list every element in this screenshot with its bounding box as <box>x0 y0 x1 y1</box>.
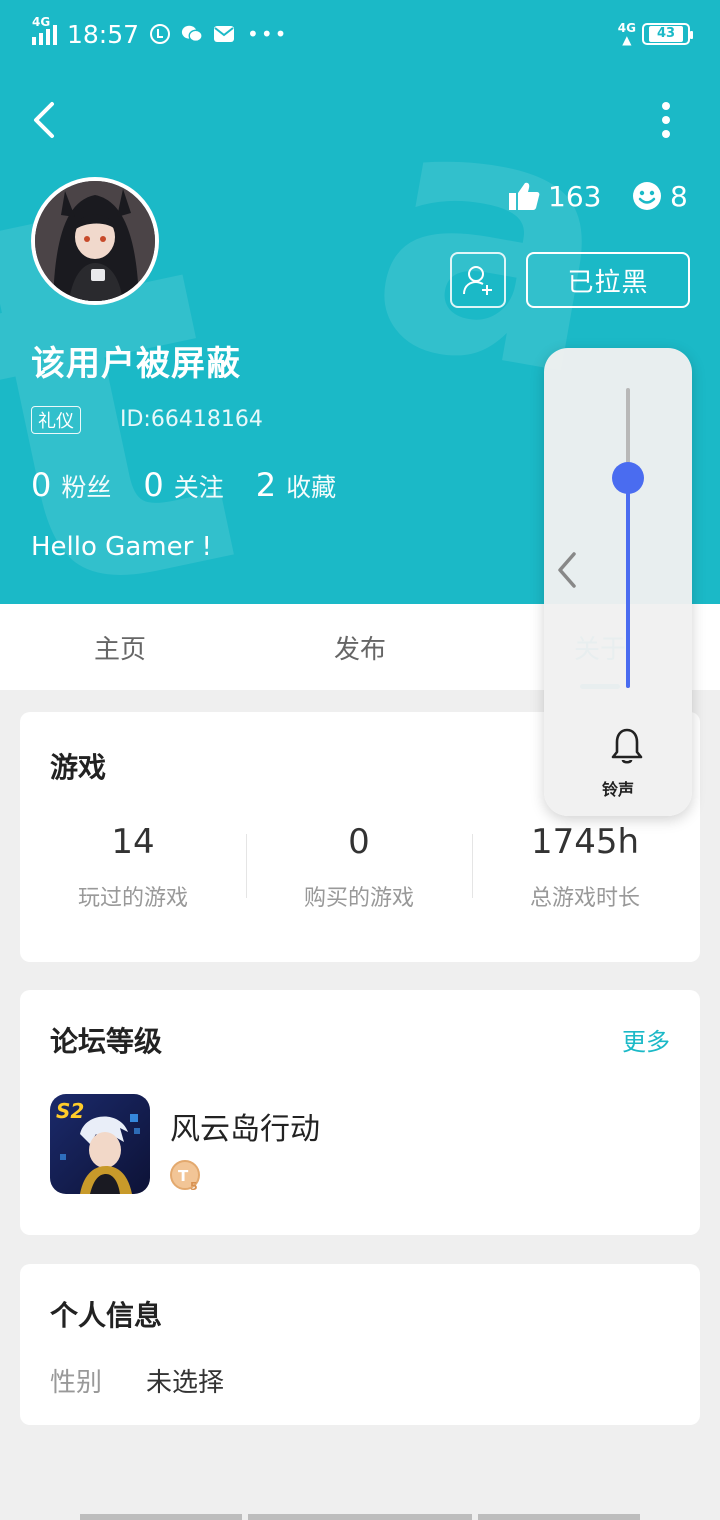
back-icon[interactable] <box>28 100 62 140</box>
user-id: ID:66418164 <box>120 407 263 432</box>
status-bar-left: 4G 18:57 ••• <box>30 14 288 54</box>
playtime-stat[interactable]: 1745h 总游戏时长 <box>472 822 698 912</box>
purchased-games-stat[interactable]: 0 购买的游戏 <box>246 822 472 912</box>
smile-icon <box>633 182 661 210</box>
add-user-icon <box>463 266 492 295</box>
chevron-left-icon[interactable] <box>554 548 580 592</box>
follow-stats: 0 粉丝 0 关注 2 收藏 <box>31 466 368 504</box>
smile-count: 8 <box>632 176 688 216</box>
battery-level: 43 <box>648 26 684 42</box>
more-link[interactable]: 更多 <box>622 1022 670 1057</box>
svg-text:S2: S2 <box>56 1099 84 1123</box>
status-time: 18:57 <box>67 19 140 49</box>
favorites-count[interactable]: 2 <box>256 466 276 504</box>
etiquette-badge[interactable]: 礼仪 <box>31 406 81 434</box>
tab-posts[interactable]: 发布 <box>260 604 460 690</box>
gender-label: 性别 <box>50 1368 103 1398</box>
username: 该用户被屏蔽 <box>31 344 241 384</box>
add-friend-button[interactable] <box>450 252 506 308</box>
battery-icon: 43 <box>642 23 693 45</box>
game-icon[interactable]: S2 <box>50 1094 150 1194</box>
gender-value: 未选择 <box>146 1368 225 1398</box>
game-name[interactable]: 风云岛行动 <box>170 1104 320 1148</box>
thumbs-up-icon <box>509 182 540 210</box>
signal-icon: 4G <box>32 15 57 45</box>
ringtone-label: 铃声 <box>601 780 634 799</box>
volume-slider-handle[interactable] <box>612 462 644 494</box>
forum-level-card: 论坛等级 更多 S2 风云岛行动 T 5 <box>20 990 700 1235</box>
bottom-bar <box>80 1514 242 1520</box>
bell-icon[interactable] <box>610 726 644 766</box>
wechat-icon <box>181 23 203 45</box>
more-menu-icon[interactable] <box>650 98 682 142</box>
personal-info-title: 个人信息 <box>50 1299 163 1332</box>
clock-icon <box>149 23 171 45</box>
svg-text:5: 5 <box>190 1180 198 1192</box>
status-bar-right: 4G ▲ 43 <box>617 14 693 54</box>
following-count[interactable]: 0 <box>143 466 163 504</box>
bio: Hello Gamer ! <box>31 532 212 562</box>
favorites-label[interactable]: 收藏 <box>286 468 336 504</box>
svg-text:T: T <box>178 1167 189 1185</box>
fans-count[interactable]: 0 <box>31 466 51 504</box>
games-title: 游戏 <box>50 751 107 784</box>
mail-icon <box>213 23 235 45</box>
level-badge-icon: T 5 <box>170 1160 202 1193</box>
forum-title: 论坛等级 <box>50 1025 163 1058</box>
personal-info-card: 个人信息 性别 未选择 <box>20 1264 700 1425</box>
bottom-bar <box>248 1514 472 1520</box>
following-label[interactable]: 关注 <box>174 468 224 504</box>
mobile-data-icon: 4G ▲ <box>617 21 636 47</box>
avatar[interactable] <box>31 177 159 305</box>
bottom-bar <box>478 1514 640 1520</box>
volume-panel: 铃声 <box>544 348 692 816</box>
fans-label[interactable]: 粉丝 <box>61 468 111 504</box>
blocked-button[interactable]: 已拉黑 <box>526 252 690 308</box>
likes-count: 163 <box>508 176 601 216</box>
played-games-stat[interactable]: 14 玩过的游戏 <box>20 822 246 912</box>
volume-level-fill <box>626 478 630 688</box>
more-notifications-icon: ••• <box>247 22 289 46</box>
tab-home[interactable]: 主页 <box>20 604 220 690</box>
